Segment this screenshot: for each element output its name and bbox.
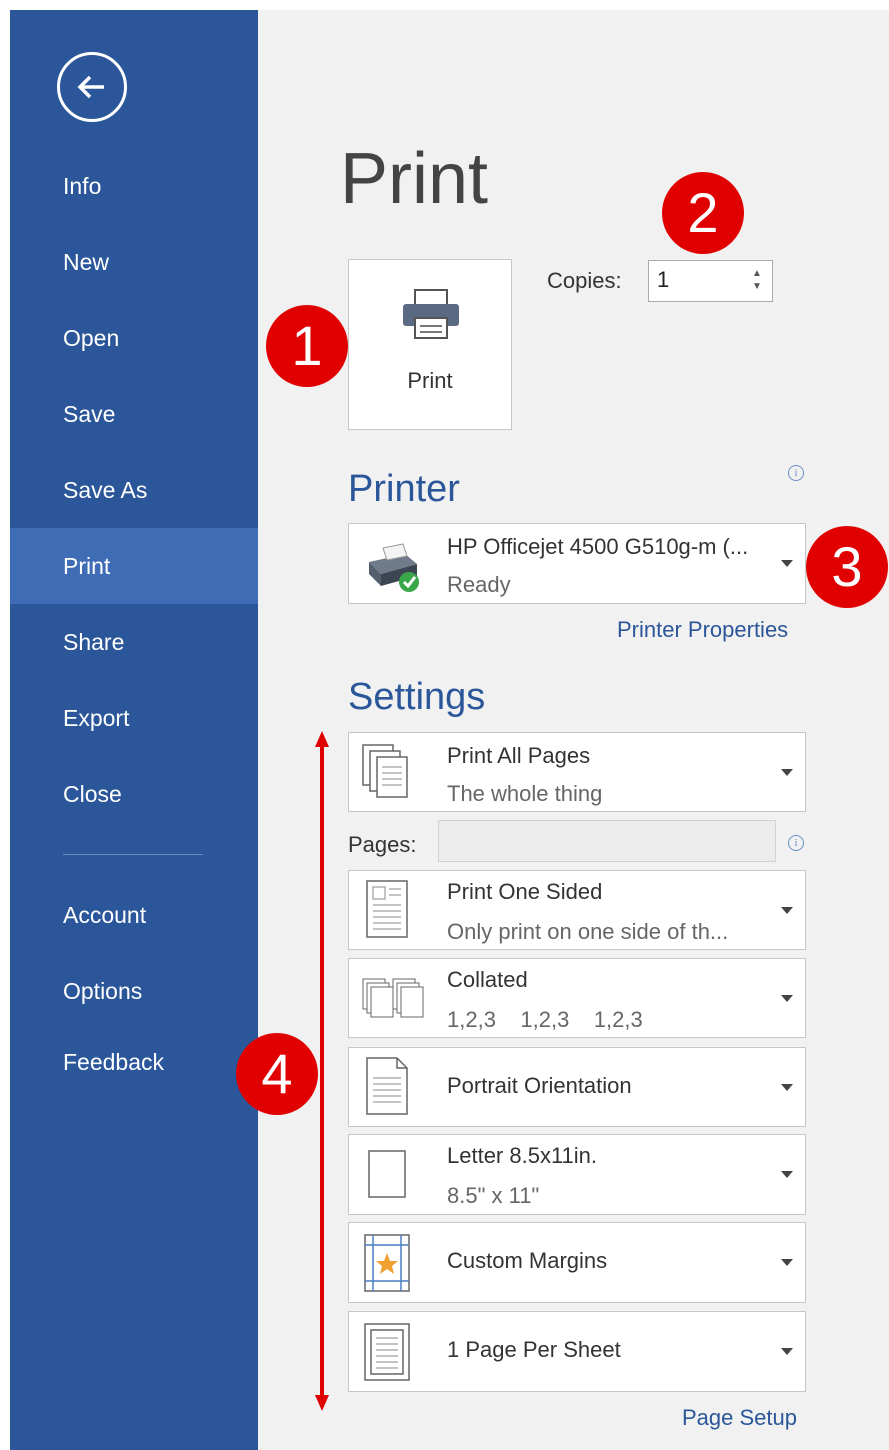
double-arrow-icon bbox=[315, 731, 329, 1411]
nav-options[interactable]: Options bbox=[10, 953, 258, 1029]
paper-size-subtitle: 8.5" x 11" bbox=[447, 1183, 540, 1208]
print-range-title: Print All Pages bbox=[447, 743, 591, 768]
chevron-down-icon bbox=[781, 1259, 793, 1266]
orientation-dropdown[interactable]: Portrait Orientation bbox=[348, 1047, 806, 1127]
collation-subtitle: 1,2,3 1,2,3 1,2,3 bbox=[447, 1007, 643, 1032]
printer-status: Ready bbox=[447, 572, 511, 597]
printer-heading: Printer bbox=[348, 468, 460, 510]
print-pane: Print Print Copies: ▲▼ Printer i HP Offi… bbox=[258, 10, 889, 1450]
sides-title: Print One Sided bbox=[447, 879, 603, 904]
nav-print[interactable]: Print bbox=[10, 528, 258, 604]
chevron-down-icon bbox=[781, 560, 793, 567]
copies-label: Copies: bbox=[547, 268, 622, 293]
pages-stack-icon bbox=[362, 744, 408, 798]
back-button[interactable] bbox=[57, 52, 127, 122]
printer-name: HP Officejet 4500 G510g-m (... bbox=[447, 534, 749, 559]
printer-dropdown[interactable]: HP Officejet 4500 G510g-m (... Ready bbox=[348, 523, 806, 604]
chevron-down-icon bbox=[781, 1348, 793, 1355]
one-sided-icon bbox=[366, 880, 408, 938]
annotation-badge-3: 3 bbox=[806, 526, 888, 608]
annotation-badge-4: 4 bbox=[236, 1033, 318, 1115]
info-icon[interactable]: i bbox=[788, 465, 804, 481]
print-button[interactable]: Print bbox=[348, 259, 512, 430]
printer-icon bbox=[403, 289, 459, 339]
print-button-label: Print bbox=[407, 368, 453, 393]
pages-label: Pages: bbox=[348, 832, 417, 857]
annotation-badge-1: 1 bbox=[266, 305, 348, 387]
nav-open[interactable]: Open bbox=[10, 300, 258, 376]
nav-divider bbox=[63, 854, 203, 855]
print-range-dropdown[interactable]: Print All Pages The whole thing bbox=[348, 732, 806, 812]
collation-title: Collated bbox=[447, 967, 528, 992]
margins-title: Custom Margins bbox=[447, 1248, 608, 1273]
chevron-down-icon bbox=[781, 769, 793, 776]
nav-feedback[interactable]: Feedback bbox=[10, 1024, 258, 1100]
page-per-sheet-icon bbox=[364, 1323, 410, 1381]
copies-stepper[interactable]: ▲▼ bbox=[648, 260, 773, 302]
print-range-subtitle: The whole thing bbox=[447, 781, 603, 806]
margins-icon bbox=[364, 1234, 410, 1292]
chevron-down-icon bbox=[781, 1171, 793, 1178]
page-title: Print bbox=[340, 139, 489, 219]
nav-account[interactable]: Account bbox=[10, 877, 258, 953]
sides-subtitle: Only print on one side of th... bbox=[447, 919, 729, 944]
info-icon[interactable]: i bbox=[788, 835, 804, 851]
copies-spin-buttons[interactable]: ▲ ▼ bbox=[750, 267, 764, 293]
paper-size-title: Letter 8.5x11in. bbox=[447, 1143, 598, 1168]
annotation-badge-2: 2 bbox=[662, 172, 744, 254]
backstage-sidebar: Info New Open Save Save As Print Share E… bbox=[10, 10, 258, 1450]
margins-dropdown[interactable]: Custom Margins bbox=[348, 1222, 806, 1303]
nav-new[interactable]: New bbox=[10, 224, 258, 300]
pages-input[interactable] bbox=[438, 820, 776, 862]
nav-export[interactable]: Export bbox=[10, 680, 258, 756]
copies-input[interactable] bbox=[649, 261, 739, 299]
chevron-down-icon bbox=[781, 907, 793, 914]
orientation-title: Portrait Orientation bbox=[447, 1073, 632, 1098]
collated-icon bbox=[362, 978, 424, 1018]
sides-dropdown[interactable]: Print One Sided Only print on one side o… bbox=[348, 870, 806, 950]
chevron-down-icon bbox=[781, 1084, 793, 1091]
letter-paper-icon bbox=[368, 1150, 406, 1198]
portrait-icon bbox=[366, 1057, 408, 1115]
nav-share[interactable]: Share bbox=[10, 604, 258, 680]
printer-ready-icon bbox=[369, 543, 419, 592]
nav-close[interactable]: Close bbox=[10, 756, 258, 832]
settings-heading: Settings bbox=[348, 676, 486, 718]
pages-per-sheet-dropdown[interactable]: 1 Page Per Sheet bbox=[348, 1311, 806, 1392]
printer-properties-link[interactable]: Printer Properties bbox=[617, 617, 788, 643]
back-arrow-icon bbox=[77, 75, 104, 99]
paper-size-dropdown[interactable]: Letter 8.5x11in. 8.5" x 11" bbox=[348, 1134, 806, 1215]
page-setup-link[interactable]: Page Setup bbox=[682, 1405, 797, 1431]
nav-save[interactable]: Save bbox=[10, 376, 258, 452]
collation-dropdown[interactable]: Collated 1,2,3 1,2,3 1,2,3 bbox=[348, 958, 806, 1038]
pages-per-sheet-title: 1 Page Per Sheet bbox=[447, 1337, 621, 1362]
nav-info[interactable]: Info bbox=[10, 148, 258, 224]
chevron-down-icon bbox=[781, 995, 793, 1002]
nav-save-as[interactable]: Save As bbox=[10, 452, 258, 528]
